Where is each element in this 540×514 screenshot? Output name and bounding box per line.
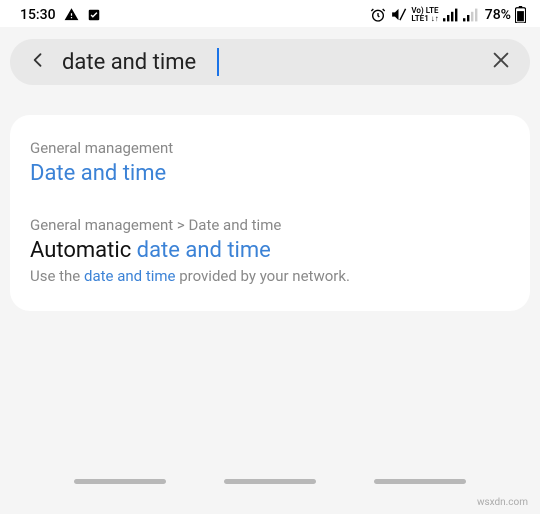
- text-cursor: [217, 48, 219, 76]
- close-icon: [490, 49, 512, 71]
- status-right: Vo) LTE LTE1 ↓↑ 78%: [370, 6, 526, 23]
- navigation-bar: [0, 479, 540, 484]
- search-result[interactable]: General management Date and time: [30, 139, 510, 186]
- result-title: Automatic date and time: [30, 238, 510, 263]
- search-bar: [10, 39, 530, 85]
- result-subtitle: Use the date and time provided by your n…: [30, 267, 510, 285]
- result-title: Date and time: [30, 161, 510, 186]
- status-left: 15:30: [20, 7, 101, 23]
- nav-recents-button[interactable]: [74, 479, 166, 484]
- back-button[interactable]: [28, 47, 48, 77]
- chevron-left-icon: [28, 47, 48, 73]
- warning-icon: [64, 7, 79, 22]
- clock: 15:30: [20, 7, 56, 23]
- signal-icon: [443, 8, 459, 22]
- signal-icon-2: [463, 8, 479, 22]
- nav-home-button[interactable]: [224, 479, 316, 484]
- search-input[interactable]: [62, 50, 476, 75]
- battery-percent: 78%: [485, 7, 511, 23]
- clear-button[interactable]: [490, 49, 512, 75]
- result-breadcrumb: General management: [30, 139, 510, 157]
- mute-icon: [390, 6, 407, 23]
- network-label: Vo) LTE LTE1 ↓↑: [411, 7, 438, 23]
- status-bar: 15:30 Vo) LTE LTE1 ↓↑ 78%: [0, 0, 540, 27]
- alarm-icon: [370, 7, 386, 23]
- watermark: wsxdn.com: [477, 497, 528, 508]
- checkbox-icon: [87, 8, 101, 22]
- search-result[interactable]: General management > Date and time Autom…: [30, 216, 510, 285]
- result-breadcrumb: General management > Date and time: [30, 216, 510, 234]
- battery-icon: [515, 6, 526, 23]
- results-card: General management Date and time General…: [10, 115, 530, 311]
- nav-back-button[interactable]: [374, 479, 466, 484]
